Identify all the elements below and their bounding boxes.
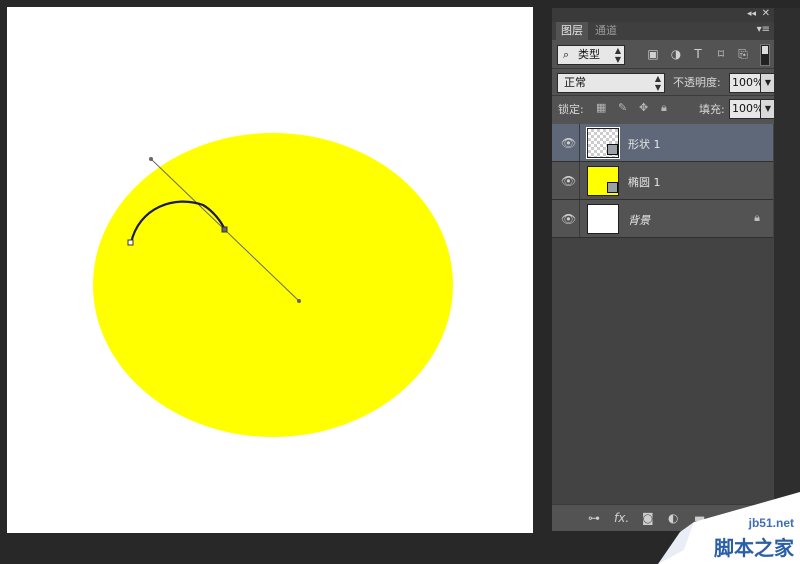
panel-tab-row: 图层 通道 ▾≡ xyxy=(552,22,774,40)
search-icon: ⌕ xyxy=(563,48,570,61)
opacity-value: 100% xyxy=(732,76,764,89)
updown-arrows-icon: ▲ ▼ xyxy=(614,46,621,64)
lock-all-icon[interactable]: 🔒︎ xyxy=(661,101,667,115)
divider xyxy=(552,95,774,96)
fill-label: 填充: xyxy=(699,103,725,116)
fill-input[interactable]: 100% xyxy=(729,99,764,119)
panel-menu-icon[interactable]: ▾≡ xyxy=(757,24,770,35)
watermark-name: 脚本之家 xyxy=(714,536,794,560)
vector-mask-icon xyxy=(607,144,618,155)
lock-image-pixels-icon[interactable]: ✎ xyxy=(618,101,627,114)
layers-list: 👁︎ 形状 1 👁︎ 椭圆 1 👁︎ 背景 🔒︎ xyxy=(552,124,774,504)
yellow-ellipse[interactable] xyxy=(93,133,453,437)
tab-layers[interactable]: 图层 xyxy=(556,22,588,40)
layer-filter-value: 类型 xyxy=(578,48,600,61)
fx-icon[interactable]: fx. xyxy=(614,511,629,525)
panel-dock-strip xyxy=(774,8,800,530)
layer-name[interactable]: 椭圆 1 xyxy=(628,174,661,190)
updown-arrows-icon: ▲ ▼ xyxy=(654,74,661,92)
adjustment-filter-icon[interactable]: ◑ xyxy=(669,47,683,61)
watermark: jb51.net 脚本之家 xyxy=(658,492,800,564)
divider xyxy=(552,68,774,69)
handle-point-top[interactable] xyxy=(149,157,153,161)
layer-thumbnail xyxy=(587,204,619,234)
lock-icon: 🔒︎ xyxy=(754,211,760,224)
visibility-eye-icon[interactable]: 👁︎ xyxy=(561,212,576,226)
document-canvas[interactable] xyxy=(7,7,533,533)
vector-mask-icon xyxy=(607,182,618,193)
layer-row-background[interactable]: 👁︎ 背景 🔒︎ xyxy=(552,200,773,238)
lock-label: 锁定: xyxy=(558,103,584,116)
anchor-point-end[interactable] xyxy=(221,226,228,233)
blend-mode-value: 正常 xyxy=(564,76,586,89)
filter-toggle-switch[interactable] xyxy=(760,44,770,66)
image-filter-icon[interactable]: ▣ xyxy=(646,47,660,61)
layer-row-shape-1[interactable]: 👁︎ 形状 1 xyxy=(552,124,773,162)
smart-object-filter-icon[interactable]: ⎘ xyxy=(736,47,750,61)
close-icon[interactable]: ✕ xyxy=(762,8,770,19)
shape-filter-icon[interactable]: ⌑ xyxy=(714,47,728,61)
type-filter-icon[interactable]: T xyxy=(691,47,705,61)
fill-value: 100% xyxy=(732,102,764,115)
collapse-icon[interactable]: ◂◂ xyxy=(747,9,756,19)
handle-point-bottom[interactable] xyxy=(297,299,301,303)
visibility-eye-icon[interactable]: 👁︎ xyxy=(561,136,576,150)
link-layers-icon[interactable]: ⊶ xyxy=(588,511,600,525)
blend-mode-select[interactable]: 正常 ▲ ▼ xyxy=(557,73,665,93)
watermark-site: jb51.net xyxy=(748,516,794,530)
layer-row-ellipse-1[interactable]: 👁︎ 椭圆 1 xyxy=(552,162,773,200)
lock-transparent-pixels-icon[interactable]: ▦ xyxy=(596,101,606,114)
visibility-eye-icon[interactable]: 👁︎ xyxy=(561,174,576,188)
anchor-point-start[interactable] xyxy=(127,239,134,246)
tab-channels[interactable]: 通道 xyxy=(590,22,622,40)
layer-filter-select[interactable]: ⌕ 类型 ▲ ▼ xyxy=(557,45,625,65)
canvas-artwork[interactable] xyxy=(7,7,533,533)
layer-name[interactable]: 背景 xyxy=(628,212,650,228)
opacity-input[interactable]: 100% xyxy=(729,73,764,93)
layers-panel: ◂◂ ✕ 图层 通道 ▾≡ ⌕ 类型 ▲ ▼ ▣ ◑ T ⌑ ⎘ 正常 ▲ ▼ 不透… xyxy=(552,8,776,531)
lock-position-icon[interactable]: ✥ xyxy=(639,101,648,114)
layer-name[interactable]: 形状 1 xyxy=(628,136,661,152)
add-mask-icon[interactable]: ◙ xyxy=(642,511,654,525)
panel-title-bar: ◂◂ ✕ xyxy=(552,8,774,22)
opacity-label: 不透明度: xyxy=(673,76,721,89)
